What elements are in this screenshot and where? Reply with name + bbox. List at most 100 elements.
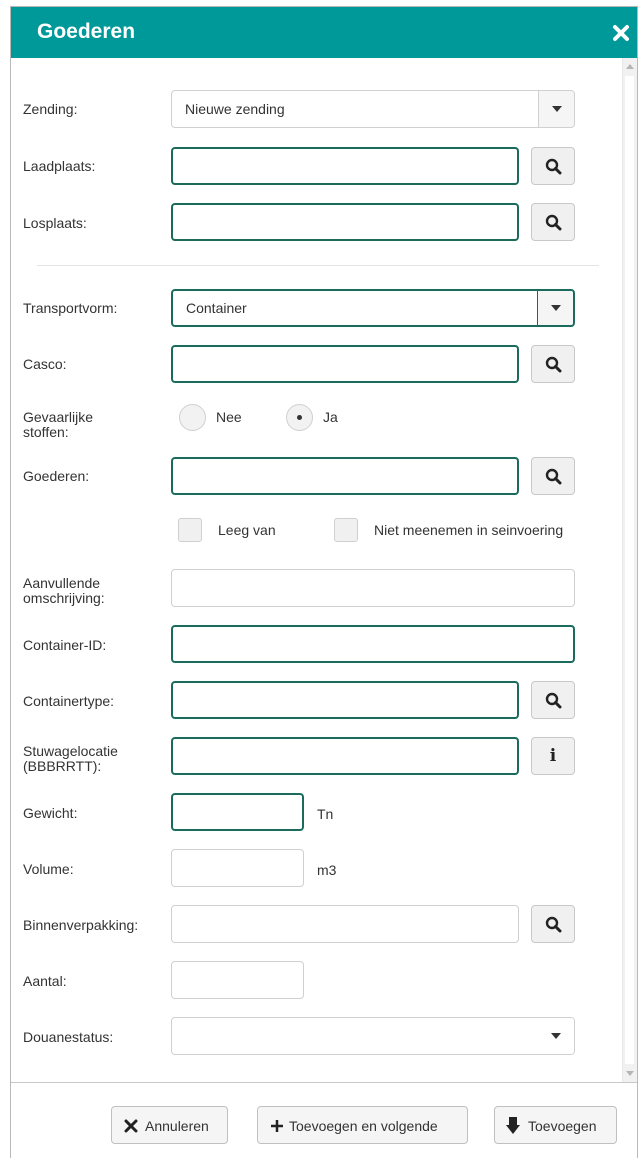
douanestatus-select[interactable] [171,1017,575,1055]
gevaarlijke-stoffen-label-line2: stoffen: [23,424,69,440]
dialog-content: Zending: Nieuwe zending Laadplaats: Losp… [11,58,623,1082]
zending-label: Zending: [23,101,78,117]
container-id-field[interactable] [171,625,575,663]
radio-ja-label[interactable]: Ja [323,409,338,425]
gewicht-input[interactable] [173,795,302,829]
containertype-input[interactable] [173,683,517,717]
stuwagelocatie-label-line2: (BBBRRTT): [23,758,102,774]
casco-input[interactable] [173,347,517,381]
volume-unit: m3 [317,862,337,878]
goederen-dialog: Goederen Zending: Nieuwe zending Laadpla… [10,6,638,1160]
binnenverpakking-search-button[interactable] [531,905,575,943]
binnenverpakking-label: Binnenverpakking: [23,917,139,933]
radio-ja[interactable] [286,404,313,431]
cancel-button[interactable]: Annuleren [111,1106,228,1144]
douanestatus-dropdown-button[interactable] [538,1018,574,1054]
chevron-down-icon [552,106,562,112]
chevron-down-icon [551,1033,561,1039]
section-divider [37,265,599,266]
transportvorm-select[interactable]: Container [171,289,575,327]
aantal-input[interactable] [172,962,303,998]
niet-meenemen-label[interactable]: Niet meenemen in seinvoering [374,522,563,538]
transportvorm-dropdown-button[interactable] [537,291,573,325]
binnenverpakking-input[interactable] [172,906,518,942]
containertype-label: Containertype: [23,693,115,709]
add-and-next-button[interactable]: Toevoegen en volgende [257,1106,468,1144]
stuwagelocatie-label: Stuwagelocatie (BBBRRTT): [23,744,118,774]
stuwagelocatie-input[interactable] [173,739,517,773]
aanvullende-omschrijving-input[interactable] [172,570,574,606]
containertype-field[interactable] [171,681,519,719]
stuwagelocatie-label-line1: Stuwagelocatie [23,743,118,759]
containertype-search-button[interactable] [531,681,575,719]
search-icon [545,468,562,485]
niet-meenemen-checkbox[interactable] [334,518,358,542]
zending-value: Nieuwe zending [185,101,285,117]
container-id-input[interactable] [173,627,573,661]
losplaats-field[interactable] [171,203,519,241]
losplaats-label: Losplaats: [23,215,87,231]
casco-field[interactable] [171,345,519,383]
scrollbar[interactable] [622,58,637,1082]
gewicht-unit: Tn [317,806,334,822]
radio-nee[interactable] [179,404,206,431]
losplaats-input[interactable] [173,205,517,239]
scroll-down-icon[interactable] [626,1071,634,1076]
losplaats-search-button[interactable] [531,203,575,241]
goederen-input[interactable] [173,459,517,493]
search-icon [545,692,562,709]
aanvullende-omschrijving-label: Aanvullende omschrijving: [23,576,105,606]
laadplaats-search-button[interactable] [531,147,575,185]
gewicht-field[interactable] [171,793,304,831]
search-icon [545,158,562,175]
transportvorm-value: Container [186,300,247,316]
dialog-titlebar: Goederen [11,7,637,58]
zending-dropdown-button[interactable] [538,91,574,127]
laadplaats-label: Laadplaats: [23,158,96,174]
volume-input[interactable] [172,850,303,886]
aantal-field[interactable] [171,961,304,999]
dialog-title: Goederen [37,20,136,43]
stuwagelocatie-field[interactable] [171,737,519,775]
laadplaats-input[interactable] [173,149,517,183]
zending-select[interactable]: Nieuwe zending [171,90,575,128]
transportvorm-label: Transportvorm: [23,300,118,316]
scroll-up-icon[interactable] [626,64,634,69]
casco-label: Casco: [23,356,67,372]
binnenverpakking-field[interactable] [171,905,519,943]
scrollbar-thumb[interactable] [625,76,634,1064]
radio-nee-label[interactable]: Nee [216,409,242,425]
aanvullende-label-line2: omschrijving: [23,590,105,606]
aantal-label: Aantal: [23,973,67,989]
aanvullende-label-line1: Aanvullende [23,575,101,591]
close-icon [124,1119,138,1133]
volume-field[interactable] [171,849,304,887]
volume-label: Volume: [23,861,74,877]
search-icon [545,916,562,933]
dialog-footer: Annuleren Toevoegen en volgende Toevoege… [11,1082,637,1160]
gewicht-label: Gewicht: [23,805,78,821]
leeg-van-label[interactable]: Leeg van [218,522,276,538]
goederen-field[interactable] [171,457,519,495]
aanvullende-omschrijving-field[interactable] [171,569,575,607]
radio-ja-selected-dot [297,415,302,420]
chevron-down-icon [551,305,561,311]
casco-search-button[interactable] [531,345,575,383]
add-button[interactable]: Toevoegen [494,1106,617,1144]
search-icon [545,356,562,373]
laadplaats-field[interactable] [171,147,519,185]
leeg-van-checkbox[interactable] [178,518,202,542]
container-id-label: Container-ID: [23,637,107,653]
cancel-button-label: Annuleren [145,1118,209,1134]
stuwagelocatie-info-button[interactable]: i [531,737,575,775]
arrow-down-icon [506,1117,520,1134]
goederen-search-button[interactable] [531,457,575,495]
info-icon: i [549,746,557,766]
douanestatus-label: Douanestatus: [23,1029,114,1045]
goederen-label: Goederen: [23,468,90,484]
search-icon [545,214,562,231]
close-icon[interactable] [611,23,631,43]
add-button-label: Toevoegen [528,1118,597,1134]
add-and-next-button-label: Toevoegen en volgende [289,1118,438,1134]
gevaarlijke-stoffen-label: Gevaarlijke stoffen: [23,410,93,440]
